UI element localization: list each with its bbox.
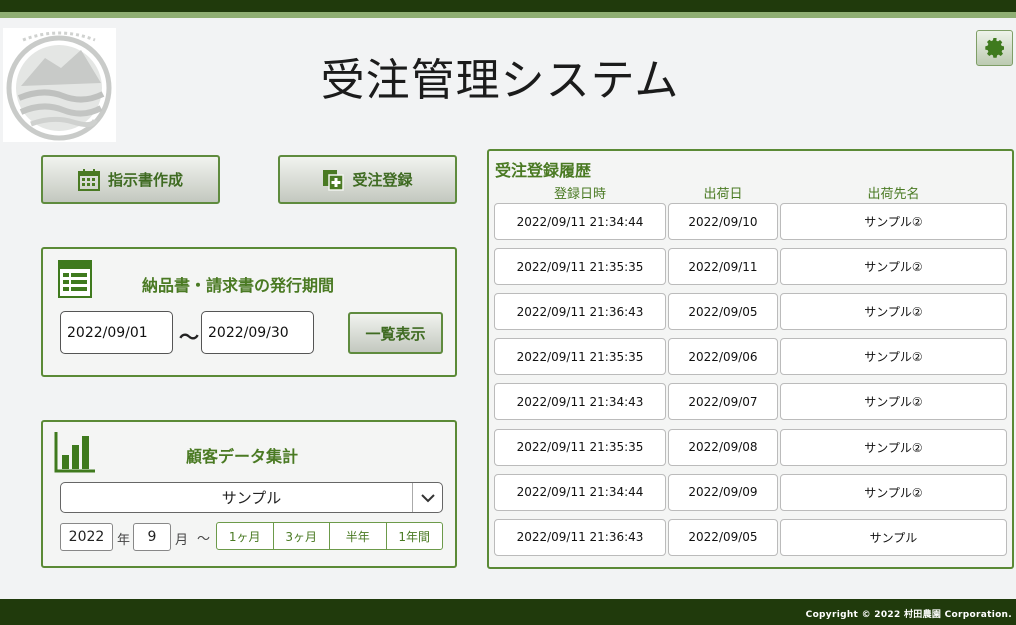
row-destination[interactable]: サンプル② (780, 383, 1007, 421)
row-destination[interactable]: サンプル② (780, 203, 1007, 240)
order-history-title: 受注登録履歴 (495, 161, 592, 180)
row-registered-at[interactable]: 2022/09/11 21:34:43 (494, 383, 666, 421)
year-input[interactable]: 2022 (60, 523, 113, 551)
row-ship-date[interactable]: 2022/09/06 (668, 338, 778, 376)
company-logo (3, 28, 116, 142)
row-ship-date[interactable]: 2022/09/05 (668, 518, 778, 556)
month-input[interactable]: 9 (133, 523, 171, 551)
top-bar (0, 0, 1016, 12)
calendar-icon (77, 168, 100, 191)
row-destination[interactable]: サンプル② (780, 293, 1007, 331)
add-document-icon (323, 169, 345, 191)
issue-period-title: 納品書・請求書の発行期間 (142, 276, 335, 295)
copyright-text: Copyright © 2022 村田農園 Corporation. (805, 610, 1012, 620)
row-destination[interactable]: サンプル② (780, 473, 1007, 511)
row-destination[interactable]: サンプル② (780, 338, 1007, 376)
row-ship-date[interactable]: 2022/09/07 (668, 383, 778, 421)
month-unit-label: 月 (175, 533, 189, 548)
column-header-destination: 出荷先名 (867, 187, 920, 202)
spreadsheet-icon (58, 260, 92, 298)
row-registered-at[interactable]: 2022/09/11 21:34:44 (494, 473, 666, 511)
row-ship-date[interactable]: 2022/09/11 (668, 248, 778, 286)
row-destination[interactable]: サンプル (780, 518, 1007, 556)
customer-summary-title: 顧客データ集計 (186, 447, 299, 466)
row-registered-at[interactable]: 2022/09/11 21:34:44 (494, 203, 666, 240)
row-registered-at[interactable]: 2022/09/11 21:36:43 (494, 518, 666, 556)
range-1year-button[interactable]: 1年間 (387, 523, 443, 549)
list-display-button[interactable]: 一覧表示 (348, 312, 443, 354)
row-registered-at[interactable]: 2022/09/11 21:36:43 (494, 293, 666, 331)
logo-emblem (6, 31, 112, 141)
row-ship-date[interactable]: 2022/09/05 (668, 293, 778, 331)
top-bar-accent (0, 12, 1016, 18)
period-end-field[interactable]: 2022/09/30 (201, 311, 314, 354)
row-ship-date[interactable]: 2022/09/08 (668, 428, 778, 466)
range-separator: ～ (197, 532, 211, 547)
row-registered-at[interactable]: 2022/09/11 21:35:35 (494, 338, 666, 376)
range-segmented-control: 1ヶ月 3ヶ月 半年 1年間 (216, 522, 443, 550)
row-ship-date[interactable]: 2022/09/09 (668, 473, 778, 511)
customer-select-value: サンプル (221, 489, 282, 507)
range-3months-button[interactable]: 3ヶ月 (274, 523, 330, 549)
year-unit-label: 年 (117, 533, 131, 548)
order-register-label: 受注登録 (352, 171, 413, 189)
range-1month-button[interactable]: 1ヶ月 (217, 523, 274, 549)
range-halfyear-button[interactable]: 半年 (330, 523, 387, 549)
row-registered-at[interactable]: 2022/09/11 21:35:35 (494, 248, 666, 286)
customer-select[interactable]: サンプル (60, 482, 443, 513)
period-separator: ～ (179, 325, 199, 349)
row-destination[interactable]: サンプル② (780, 428, 1007, 466)
period-start-field[interactable]: 2022/09/01 (60, 311, 173, 354)
gear-icon (984, 38, 1004, 58)
chevron-down-icon (412, 483, 442, 512)
order-register-button[interactable]: 受注登録 (278, 155, 457, 204)
settings-button[interactable] (976, 30, 1013, 66)
create-instruction-button[interactable]: 指示書作成 (41, 155, 220, 204)
row-destination[interactable]: サンプル② (780, 248, 1007, 286)
create-instruction-label: 指示書作成 (107, 171, 183, 189)
row-registered-at[interactable]: 2022/09/11 21:35:35 (494, 428, 666, 466)
app-title: 受注管理システム (320, 55, 680, 106)
row-ship-date[interactable]: 2022/09/10 (668, 203, 778, 240)
bar-chart-icon (54, 432, 95, 473)
column-header-registered-at: 登録日時 (553, 187, 606, 202)
column-header-ship-date: 出荷日 (703, 187, 743, 202)
